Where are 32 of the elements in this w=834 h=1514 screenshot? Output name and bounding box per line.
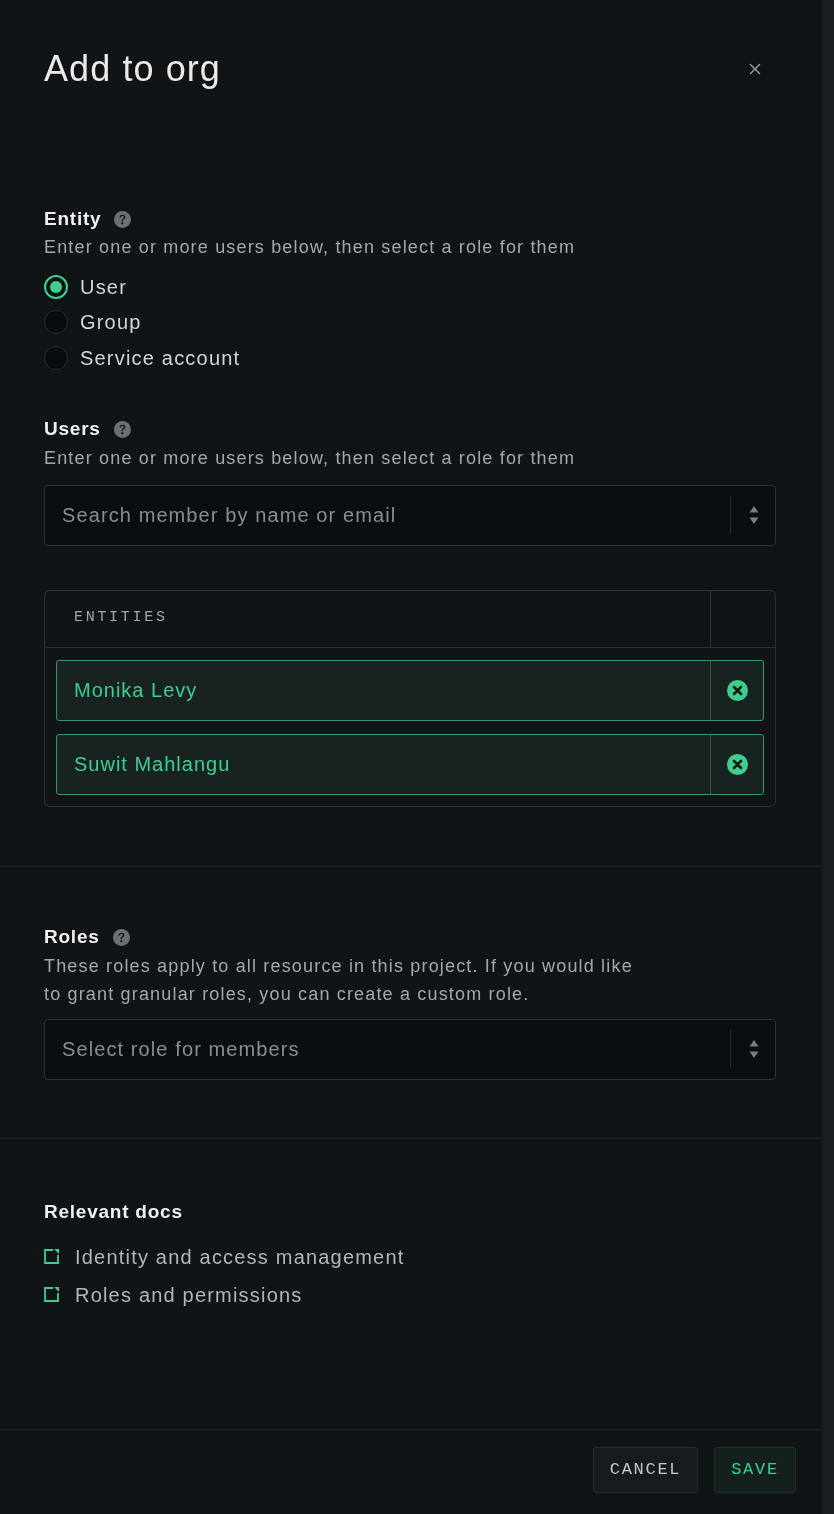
section-label: Roles [44, 925, 100, 950]
help-icon[interactable] [112, 929, 130, 946]
radio-button[interactable] [44, 345, 68, 370]
section-label: Users [44, 417, 101, 442]
radio-button[interactable] [44, 310, 68, 335]
remove-icon[interactable] [726, 753, 748, 775]
radio-label[interactable]: User [80, 271, 128, 302]
radio-label[interactable]: Group [80, 307, 142, 338]
section-description: Enter one or more users below, then select a role for them [44, 446, 577, 470]
search-field[interactable]: Search member by name or email [44, 484, 776, 546]
role-select[interactable]: Select role for members [44, 1018, 776, 1080]
save-button[interactable]: SAVE [714, 1447, 796, 1493]
doc-link[interactable]: Roles and permissions [44, 1281, 303, 1308]
section-description: Enter one or more users below, then select a role for them [44, 236, 577, 259]
doc-link[interactable]: Identity and access management [44, 1243, 405, 1270]
help-icon[interactable] [113, 421, 131, 438]
radio-button[interactable] [44, 274, 68, 299]
help-icon[interactable] [114, 210, 132, 228]
remove-icon[interactable] [726, 679, 748, 701]
dialog-title: Add to org [44, 47, 221, 91]
section-description: These roles apply to all resource in this project. If you would like to grant granular roles, you can create a custom role. [44, 954, 634, 1006]
external-link-icon [44, 1287, 59, 1302]
radio-label[interactable]: Service account [80, 342, 241, 373]
docs-heading: Relevant docs [44, 1199, 183, 1224]
entity-name: Suwit Mahlangu [74, 752, 231, 777]
up-down-caret-icon [748, 505, 759, 525]
column-header: ENTITIES [74, 608, 168, 629]
up-down-caret-icon [748, 1039, 759, 1059]
cancel-button[interactable]: CANCEL [593, 1447, 698, 1493]
entity-name: Monika Levy [74, 678, 198, 703]
external-link-icon [44, 1249, 59, 1264]
section-label: Entity [44, 206, 102, 231]
